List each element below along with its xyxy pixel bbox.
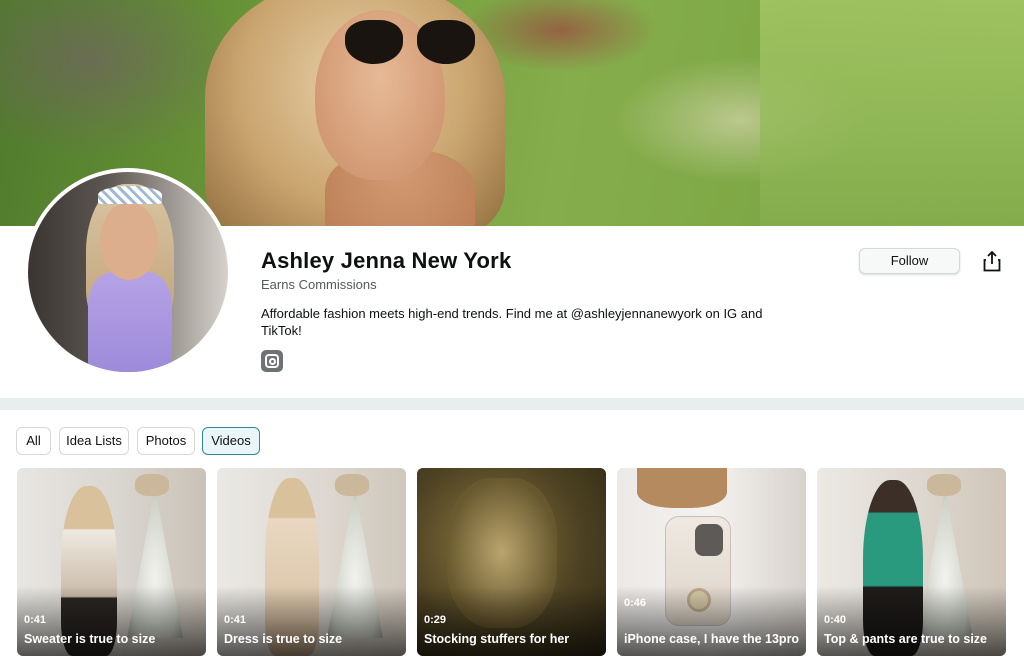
tab-idea-lists[interactable]: Idea Lists — [59, 427, 129, 455]
profile-name: Ashley Jenna New York — [261, 248, 512, 273]
video-duration: 0:29 — [424, 614, 447, 626]
sunglasses — [345, 20, 475, 70]
follow-button[interactable]: Follow — [859, 248, 960, 274]
share-icon[interactable] — [982, 250, 1002, 272]
video-card[interactable]: 0:41 Dress is true to size — [217, 468, 406, 656]
tab-videos[interactable]: Videos — [202, 427, 260, 455]
video-duration: 0:40 — [824, 614, 847, 626]
earns-commissions-label: Earns Commissions — [261, 277, 377, 292]
video-title: Dress is true to size — [224, 632, 343, 646]
video-title: Stocking stuffers for her — [424, 632, 570, 646]
banner-grass — [760, 0, 1024, 226]
video-title: iPhone case, I have the 13pro — [624, 632, 800, 646]
video-card[interactable]: 0:46 iPhone case, I have the 13pro — [617, 468, 806, 656]
video-duration: 0:41 — [224, 614, 247, 626]
tab-photos[interactable]: Photos — [137, 427, 195, 455]
video-title: Top & pants are true to size — [824, 632, 987, 646]
video-duration: 0:41 — [24, 614, 47, 626]
instagram-icon[interactable] — [261, 350, 283, 372]
tab-all[interactable]: All — [16, 427, 51, 455]
profile-bio: Affordable fashion meets high-end trends… — [261, 306, 763, 338]
video-card[interactable]: 0:41 Sweater is true to size — [17, 468, 206, 656]
video-duration: 0:46 — [624, 597, 647, 609]
video-card[interactable]: 0:29 Stocking stuffers for her — [417, 468, 606, 656]
profile-avatar — [24, 168, 232, 376]
banner-person — [205, 0, 505, 226]
video-title: Sweater is true to size — [24, 632, 156, 646]
video-card[interactable]: 0:40 Top & pants are true to size — [817, 468, 1006, 656]
